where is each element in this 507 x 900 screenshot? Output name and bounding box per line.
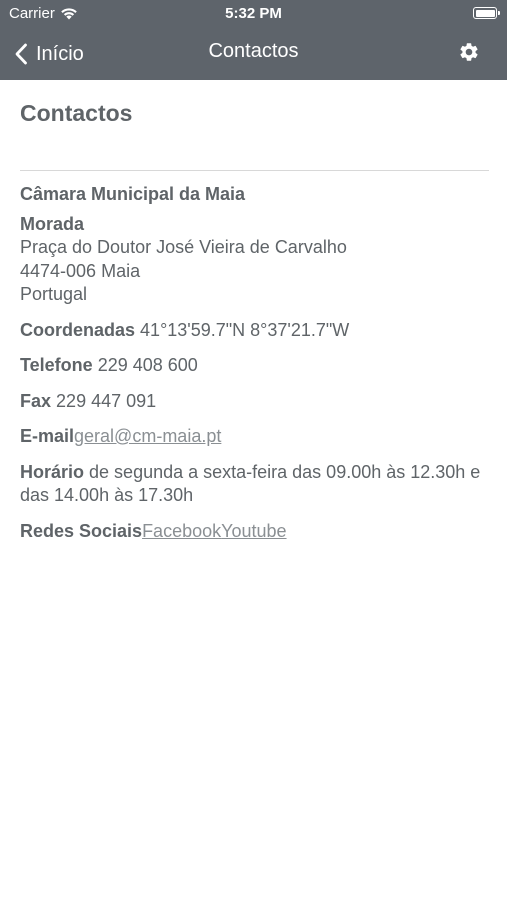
- schedule-value: de segunda a sexta-feira das 09.00h às 1…: [20, 461, 481, 506]
- battery-icon: [473, 7, 500, 19]
- back-button[interactable]: Início: [14, 40, 84, 68]
- status-time: 5:32 PM: [225, 5, 282, 22]
- schedule-label: Horário: [20, 461, 85, 482]
- email-row: E-mailgeral@cm-maia.pt: [20, 425, 489, 449]
- address-label: Morada: [20, 213, 85, 234]
- chevron-left-icon: [15, 43, 27, 65]
- coordinates-label: Coordenadas: [20, 319, 136, 340]
- status-bar: Carrier 5:32 PM: [0, 0, 507, 28]
- back-button-label: Início: [36, 42, 84, 65]
- phone-label: Telefone: [20, 355, 93, 375]
- phone-value[interactable]: 229 408 600: [98, 355, 198, 375]
- coordinates-row: Coordenadas 41°13'59.7"N 8°37'21.7"W: [20, 319, 489, 343]
- organization-name: Câmara Municipal da Maia: [20, 184, 246, 204]
- page-title: Contactos: [20, 100, 133, 126]
- fax-value: 229 447 091: [56, 390, 157, 411]
- address-line-2: 4474-006 Maia: [20, 260, 141, 281]
- coordinates-value: 41°13'59.7"N 8°37'21.7"W: [140, 319, 350, 340]
- phone-row: Telefone 229 408 600: [20, 354, 489, 378]
- email-label: E-mail: [20, 426, 75, 446]
- contacts-content: Contactos Câmara Municipal da Maia Morad…: [20, 80, 489, 543]
- fax-label: Fax: [20, 390, 52, 411]
- schedule-row: Horário de segunda a sexta-feira das 09.…: [20, 461, 489, 508]
- divider: [20, 170, 489, 171]
- address-block: Morada Praça do Doutor José Vieira de Ca…: [20, 213, 489, 307]
- gear-icon[interactable]: [458, 41, 480, 63]
- email-link[interactable]: geral@cm-maia.pt: [74, 426, 221, 446]
- facebook-link[interactable]: Facebook: [142, 521, 221, 541]
- fax-row: Fax 229 447 091: [20, 390, 489, 414]
- address-line-1: Praça do Doutor José Vieira de Carvalho: [20, 237, 347, 257]
- address-line-3: Portugal: [20, 284, 88, 304]
- social-row: Redes SociaisFacebookYoutube: [20, 520, 489, 544]
- navigation-bar: Início Contactos: [0, 28, 507, 80]
- youtube-link[interactable]: Youtube: [221, 521, 286, 541]
- social-label: Redes Sociais: [20, 520, 143, 541]
